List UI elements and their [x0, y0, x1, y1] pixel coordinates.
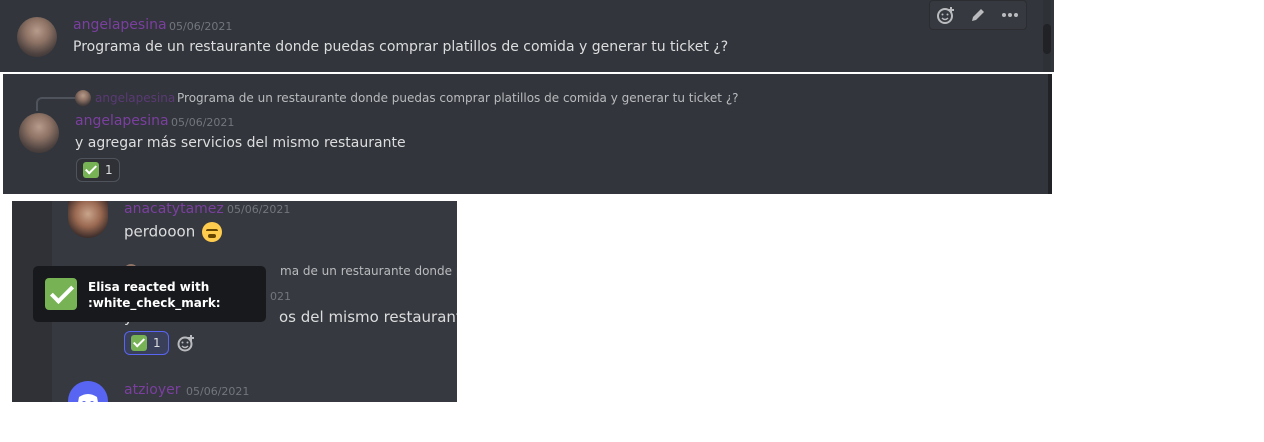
- reaction-check[interactable]: 1: [76, 158, 120, 182]
- add-reaction-icon[interactable]: [176, 333, 196, 353]
- scrollbar-thumb[interactable]: [1043, 24, 1051, 54]
- message-panel-1: angelapesina 05/06/2021 Programa de un r…: [0, 0, 1054, 72]
- white-check-mark-icon: [45, 278, 77, 310]
- timestamp: 05/06/2021: [227, 203, 291, 216]
- reaction-count: 1: [105, 163, 113, 177]
- reaction-check[interactable]: 1: [124, 331, 169, 355]
- weary-face-icon: [202, 222, 222, 242]
- message-text-partial: os del mismo restaurante: [279, 308, 457, 326]
- timestamp: 05/06/2021: [186, 385, 250, 398]
- message-text: perdooon: [124, 222, 222, 242]
- avatar[interactable]: [68, 201, 108, 238]
- edit-icon[interactable]: [967, 4, 989, 26]
- discord-avatar-icon[interactable]: [68, 381, 108, 402]
- timestamp: 05/06/2021: [169, 20, 233, 33]
- reaction-count: 1: [153, 336, 161, 350]
- avatar[interactable]: [19, 113, 59, 153]
- reply-username[interactable]: angelapesina: [95, 91, 175, 105]
- tooltip-line-1: Elisa reacted with: [88, 280, 210, 294]
- timestamp: 021: [270, 290, 291, 303]
- scrollbar-edge: [1048, 74, 1052, 194]
- reply-avatar[interactable]: [75, 90, 91, 106]
- username[interactable]: atzioyer: [124, 382, 181, 398]
- username[interactable]: anacatytamez: [124, 201, 224, 217]
- username[interactable]: angelapesina: [75, 113, 169, 129]
- white-check-mark-icon: [131, 335, 147, 351]
- tooltip-line-2: :white_check_mark:: [88, 296, 221, 310]
- message-text: y agregar más servicios del mismo restau…: [75, 135, 406, 151]
- message-text: Programa de un restaurante donde puedas …: [73, 39, 729, 55]
- reply-preview-text[interactable]: Programa de un restaurante donde puedas …: [177, 91, 739, 105]
- message-toolbar: [929, 0, 1027, 30]
- timestamp: 05/06/2021: [171, 116, 235, 129]
- reply-connector: [36, 97, 76, 111]
- message-body: perdooon: [124, 222, 196, 241]
- avatar[interactable]: [17, 17, 57, 57]
- tooltip-text: Elisa reacted with :white_check_mark:: [88, 279, 221, 311]
- reaction-tooltip: Elisa reacted with :white_check_mark:: [33, 266, 266, 322]
- more-options-icon[interactable]: [999, 4, 1021, 26]
- reply-preview-text[interactable]: ma de un restaurante donde pued: [280, 264, 457, 278]
- white-check-mark-icon: [83, 162, 99, 178]
- add-reaction-icon[interactable]: [935, 4, 957, 26]
- username[interactable]: angelapesina: [73, 17, 167, 33]
